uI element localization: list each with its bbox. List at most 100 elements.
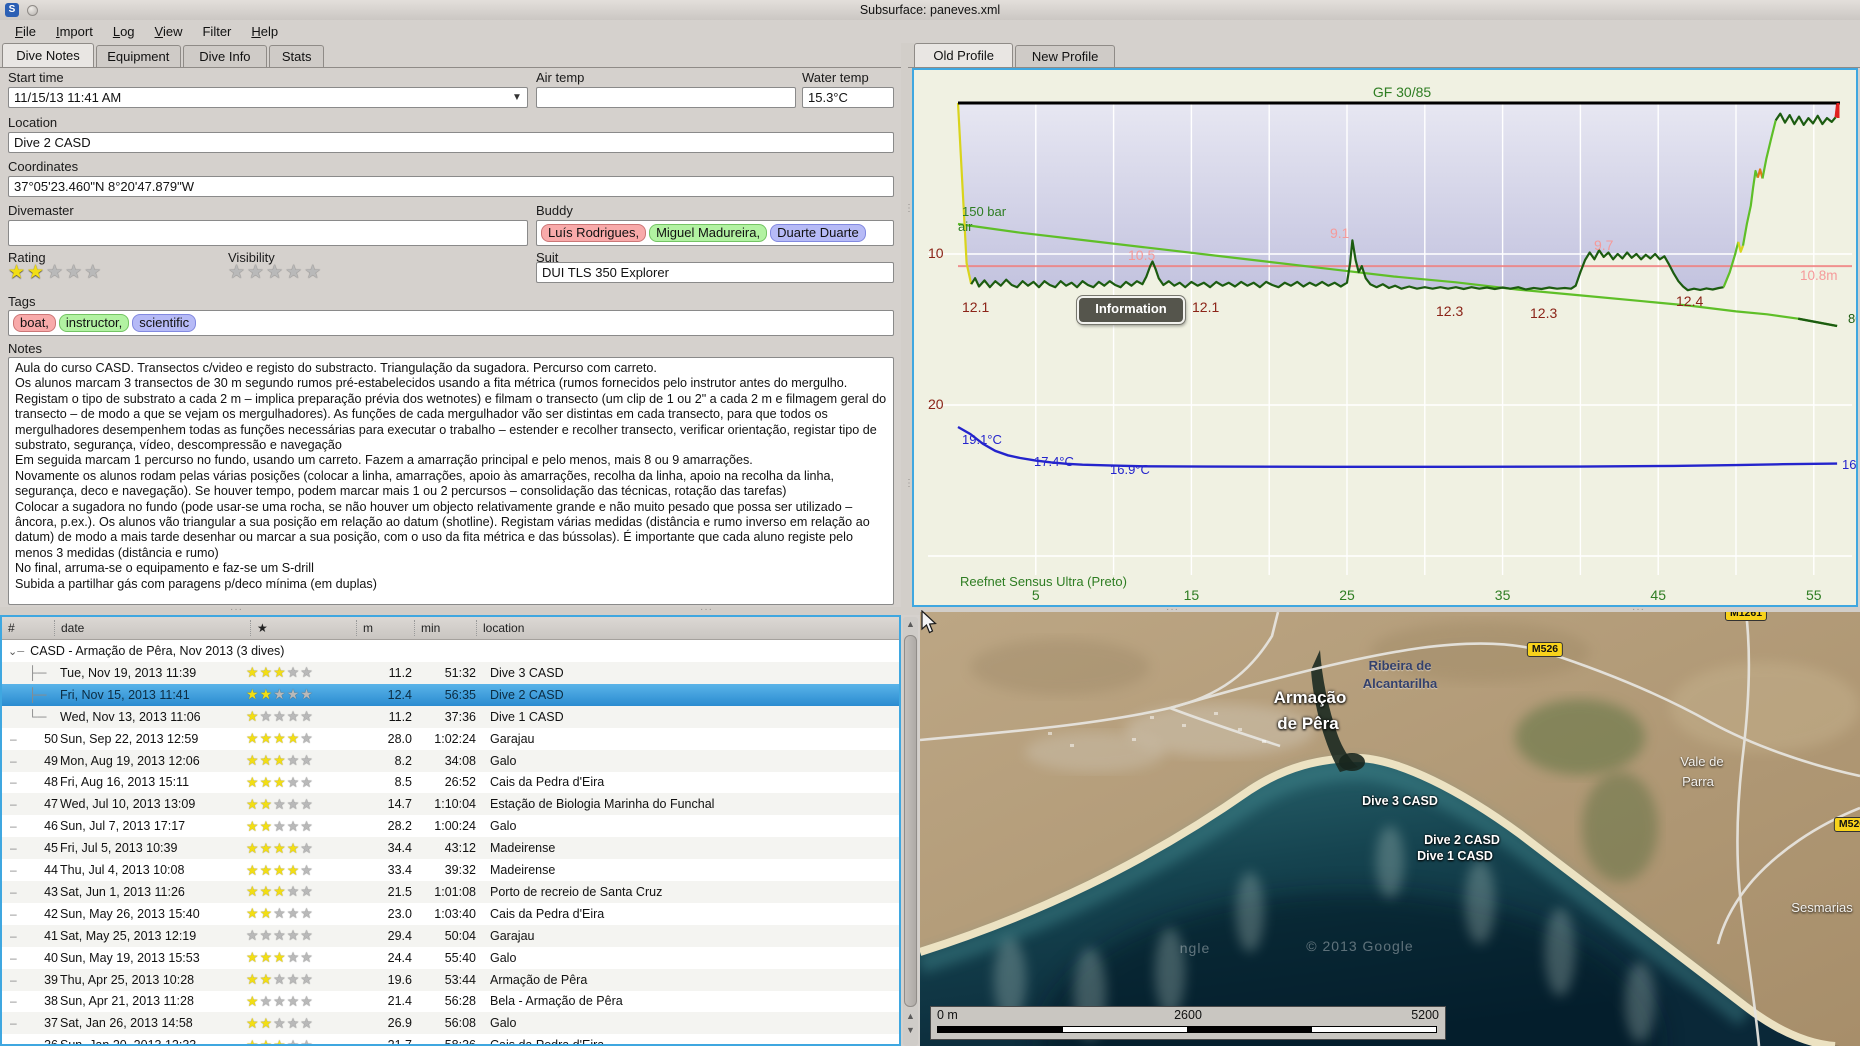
start-time-input[interactable] <box>8 87 528 108</box>
column-header-num[interactable]: # <box>2 620 54 636</box>
map-place-label: Alcantarilha <box>1362 676 1438 691</box>
divemaster-input[interactable] <box>8 220 528 246</box>
menu-bar: File Import Log View Filter Help <box>0 20 1860 43</box>
column-header-date[interactable]: date <box>54 620 250 636</box>
star-icon[interactable]: ★ <box>84 262 103 283</box>
svg-text:5: 5 <box>1032 587 1040 603</box>
air-temp-input[interactable] <box>536 87 796 108</box>
coordinates-input[interactable] <box>8 176 894 197</box>
map-place-label: de Pêra <box>1277 714 1339 733</box>
star-icon[interactable]: ★ <box>46 262 65 283</box>
star-icon[interactable]: ★ <box>285 262 304 283</box>
window-title: Subsurface: paneves.xml <box>859 3 1001 17</box>
tab-dive-notes[interactable]: Dive Notes <box>2 43 94 67</box>
map-place-label: Parra <box>1682 774 1714 789</box>
water-temp-input[interactable] <box>802 87 894 108</box>
start-time-label: Start time <box>8 70 64 85</box>
tags-input[interactable]: boat, instructor, scientific <box>8 310 894 336</box>
star-icon[interactable]: ★ <box>228 262 247 283</box>
table-row[interactable]: –50 Sun, Sep 22, 2013 12:59 ★★★★★ 28.0 1:02:… <box>2 728 899 750</box>
star-icon[interactable]: ★ <box>8 262 27 283</box>
map-place-label: © 2013 Google <box>1306 938 1414 954</box>
svg-text:Reefnet Sensus Ultra (Preto): Reefnet Sensus Ultra (Preto) <box>960 574 1127 589</box>
menu-help[interactable]: Help <box>242 22 287 41</box>
star-icon[interactable]: ★ <box>247 262 266 283</box>
svg-text:10.5: 10.5 <box>1128 247 1155 263</box>
svg-text:12.1: 12.1 <box>962 299 989 315</box>
dive-list-header[interactable]: # date ★ m min location <box>2 617 899 640</box>
table-row[interactable]: –40 Sun, May 19, 2013 15:53 ★★★★★ 24.4 55:40… <box>2 947 899 969</box>
map-panel[interactable]: Armação de Pêra Ribeira de Alcantarilha Vale… <box>920 612 1860 1046</box>
table-row[interactable]: ├─ Fri, Nov 15, 2013 11:41 ★★★★★ 12.4 56:35 D… <box>2 683 899 706</box>
menu-log[interactable]: Log <box>104 22 144 41</box>
buddy-input[interactable]: Luís Rodrigues, Miguel Madureira, Duarte D… <box>536 220 894 246</box>
menu-filter[interactable]: Filter <box>193 22 240 41</box>
dive-profile-chart[interactable]: GF 30/85 150 barair 80 10.8m 10 20 5 15 25 35 45 55… <box>912 68 1860 607</box>
tab-stats[interactable]: Stats <box>269 45 325 67</box>
star-icon[interactable]: ★ <box>266 262 285 283</box>
table-row[interactable]: –39 Thu, Apr 25, 2013 10:28 ★★★★★ 19.6 53:44… <box>2 968 899 991</box>
menu-view[interactable]: View <box>146 22 192 41</box>
menu-file[interactable]: File <box>6 22 45 41</box>
tab-dive-info[interactable]: Dive Info <box>182 45 268 67</box>
table-row[interactable]: –49 Mon, Aug 19, 2013 12:06 ★★★★★ 8.2 34:08 G… <box>2 749 899 772</box>
road-shield-label: M526 <box>1833 817 1860 832</box>
star-icon[interactable]: ★ <box>304 262 323 283</box>
suit-input[interactable] <box>536 262 894 283</box>
svg-text:15: 15 <box>1184 587 1200 603</box>
table-row[interactable]: –38 Sun, Apr 21, 2013 11:28 ★★★★★ 21.4 56:28… <box>2 990 899 1012</box>
table-row[interactable]: –42 Sun, May 26, 2013 15:40 ★★★★★ 23.0 1:03:… <box>2 903 899 925</box>
dive-group-row[interactable]: ⌄ – CASD - Armação de Pêra, Nov 2013 (3 di… <box>2 640 899 662</box>
svg-text:55: 55 <box>1806 587 1822 603</box>
table-row[interactable]: –37 Sat, Jan 26, 2013 14:58 ★★★★★ 26.9 56:08… <box>2 1012 899 1035</box>
svg-text:150 bar: 150 bar <box>962 204 1007 219</box>
divemaster-label: Divemaster <box>8 203 74 218</box>
dive-site-label: Dive 1 CASD <box>1417 849 1493 863</box>
dive-list-table[interactable]: # date ★ m min location ⌄ – CASD - Armação de P… <box>0 615 901 1046</box>
scroll-up2-icon[interactable]: ▲ <box>903 1011 918 1021</box>
svg-text:16: 16 <box>1842 457 1856 472</box>
chevron-down-icon[interactable]: ▼ <box>512 92 522 103</box>
information-overlay[interactable]: Information <box>1077 296 1185 324</box>
scroll-down-icon[interactable]: ▼ <box>903 1025 918 1035</box>
scroll-up-icon[interactable]: ▲ <box>903 619 918 629</box>
table-row[interactable]: –48 Fri, Aug 16, 2013 15:11 ★★★★★ 8.5 26:52 C… <box>2 771 899 793</box>
svg-text:10: 10 <box>928 245 944 261</box>
table-row[interactable]: ├─ Tue, Nov 19, 2013 11:39 ★★★★★ 11.2 51:32 D… <box>2 661 899 684</box>
column-header-min[interactable]: min <box>414 620 476 636</box>
table-row[interactable]: –45 Fri, Jul 5, 2013 10:39 ★★★★★ 34.4 43:12 M… <box>2 837 899 860</box>
location-input[interactable] <box>8 132 894 153</box>
table-row[interactable]: –44 Thu, Jul 4, 2013 10:08 ★★★★★ 33.4 39:32 M… <box>2 859 899 881</box>
dive-tag: scientific <box>132 314 197 332</box>
dive-list-scrollbar[interactable]: ▲ ▲ ▼ <box>903 617 918 1046</box>
map-place-label: ngle <box>1179 940 1211 956</box>
star-icon[interactable]: ★ <box>27 262 46 283</box>
road-shield-label: M526 <box>1526 642 1564 657</box>
notes-textarea[interactable]: Aula do curso CASD. Transectos c/video e… <box>8 357 894 605</box>
dive-site-label: Dive 2 CASD <box>1424 833 1500 847</box>
tab-old-profile[interactable]: Old Profile <box>914 43 1014 67</box>
dive-tag: boat, <box>13 314 56 332</box>
svg-text:17.4°C: 17.4°C <box>1034 454 1074 469</box>
column-header-m[interactable]: m <box>356 620 414 636</box>
title-bar: S Subsurface: paneves.xml <box>0 0 1860 20</box>
table-row[interactable]: └─ Wed, Nov 13, 2013 11:06 ★★★★★ 11.2 37:36 D… <box>2 705 899 728</box>
tab-new-profile[interactable]: New Profile <box>1015 45 1115 67</box>
dive-site-label: Dive 3 CASD <box>1362 794 1438 808</box>
svg-text:GF 30/85: GF 30/85 <box>1373 84 1432 100</box>
scrollbar-thumb[interactable] <box>904 635 917 1007</box>
menu-import[interactable]: Import <box>47 22 102 41</box>
table-row[interactable]: –47 Wed, Jul 10, 2013 13:09 ★★★★★ 14.7 1:10:… <box>2 793 899 816</box>
column-header-stars[interactable]: ★ <box>250 620 356 636</box>
svg-text:12.3: 12.3 <box>1436 303 1463 319</box>
table-row[interactable]: –46 Sun, Jul 7, 2013 17:17 ★★★★★ 28.2 1:00:2… <box>2 815 899 837</box>
visibility-stars[interactable]: ★★★★★ <box>228 263 323 282</box>
column-header-location[interactable]: location <box>476 620 776 636</box>
rating-stars[interactable]: ★★★★★ <box>8 263 103 282</box>
tab-equipment[interactable]: Equipment <box>96 45 181 67</box>
table-row[interactable]: –43 Sat, Jun 1, 2013 11:26 ★★★★★ 21.5 1:01:0… <box>2 880 899 903</box>
star-icon[interactable]: ★ <box>65 262 84 283</box>
table-row[interactable]: –41 Sat, May 25, 2013 12:19 ★★★★★ 29.4 50:04… <box>2 924 899 947</box>
table-row[interactable]: –36 Sun, Jan 20, 2013 12:33 ★★★★★ 21.7 58:36… <box>2 1034 899 1044</box>
notes-label: Notes <box>8 341 42 356</box>
